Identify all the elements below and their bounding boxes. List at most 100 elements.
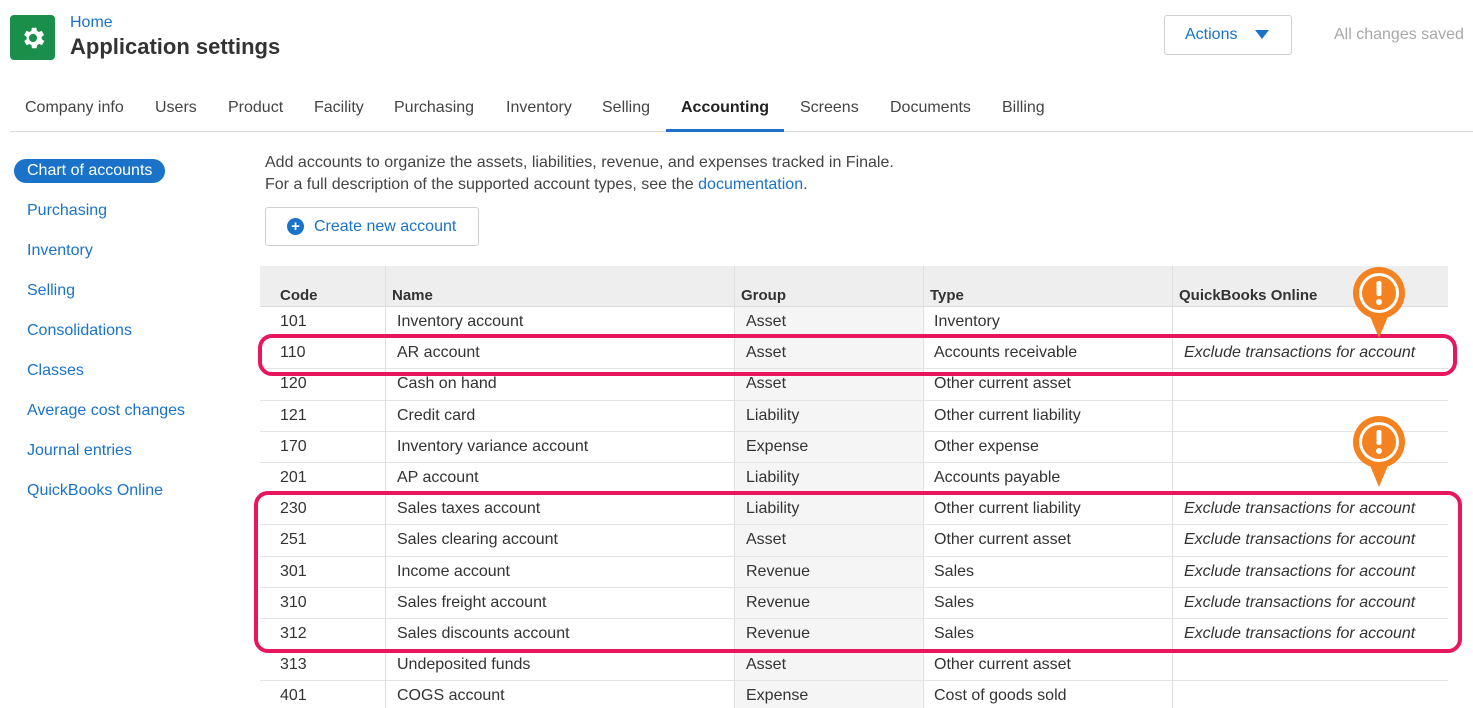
table-row[interactable]: 312 Sales discounts account Revenue Sales Ex… (260, 618, 1448, 651)
cell-type: Other expense (923, 431, 1173, 462)
cell-quickbooks-online (1173, 650, 1448, 680)
tab-product[interactable]: Product (213, 89, 298, 132)
cell-group: Asset (735, 338, 923, 369)
tab-selling[interactable]: Selling (587, 89, 665, 132)
sidebar-item-chart-of-accounts[interactable]: Chart of accounts (14, 159, 166, 183)
sidebar-item-selling[interactable]: Selling (14, 279, 88, 303)
create-new-account-button[interactable]: + Create new account (265, 207, 479, 246)
table-row[interactable]: 201 AP account Liability Accounts payable (260, 462, 1448, 495)
cell-type: Other current asset (923, 650, 1173, 681)
tab-documents[interactable]: Documents (875, 89, 986, 132)
tab-screens[interactable]: Screens (785, 89, 874, 132)
actions-label: Actions (1185, 26, 1238, 43)
cell-group: Liability (735, 462, 923, 494)
cell-type: Cost of goods sold (923, 681, 1173, 708)
table-row[interactable]: 120 Cash on hand Asset Other current asset (260, 369, 1448, 401)
warning-callout-icon (1353, 416, 1405, 487)
column-header-code[interactable]: Code (260, 266, 385, 306)
sidebar-item-journal-entries[interactable]: Journal entries (14, 439, 145, 463)
cell-group: Asset (735, 307, 923, 338)
cell-group: Asset (735, 650, 923, 681)
cell-name: Sales freight account (385, 587, 735, 618)
table-row[interactable]: 110 AR account Asset Accounts receivable Exc… (260, 338, 1448, 370)
tab-facility[interactable]: Facility (299, 89, 379, 132)
cell-name: Sales taxes account (385, 494, 735, 525)
page-title: Application settings (70, 34, 281, 59)
cell-group: Expense (735, 681, 923, 708)
sidebar-item-consolidations[interactable]: Consolidations (14, 319, 145, 343)
sidebar-item-average-cost-changes[interactable]: Average cost changes (14, 399, 198, 423)
cell-group: Expense (735, 431, 923, 462)
cell-type: Other current asset (923, 369, 1173, 400)
table-row[interactable]: 170 Inventory variance account Expense Othe… (260, 431, 1448, 463)
cell-code: 101 (280, 313, 307, 331)
cell-name: AP account (385, 462, 735, 494)
table-row[interactable]: 401 COGS account Expense Cost of goods sold (260, 681, 1448, 708)
cell-group: Revenue (735, 556, 923, 587)
column-header-type[interactable]: Type (923, 266, 1173, 306)
tab-purchasing[interactable]: Purchasing (379, 89, 489, 132)
table-row[interactable]: 230 Sales taxes account Liability Other cur… (260, 494, 1448, 526)
cell-quickbooks-online: Exclude transactions for account (1184, 344, 1416, 362)
cell-code: 313 (280, 656, 307, 674)
cell-code: 120 (280, 375, 307, 393)
tab-users[interactable]: Users (140, 89, 212, 132)
table-row[interactable]: 301 Income account Revenue Sales Exclude tra… (260, 556, 1448, 588)
tab-billing[interactable]: Billing (987, 89, 1060, 132)
cell-code: 301 (280, 562, 307, 580)
table-row[interactable]: 121 Credit card Liability Other current lia… (260, 400, 1448, 432)
cell-quickbooks-online: Exclude transactions for account (1184, 500, 1416, 518)
actions-button[interactable]: Actions (1164, 15, 1292, 55)
cell-name: Credit card (385, 400, 735, 431)
table-row[interactable]: 310 Sales freight account Revenue Sales Excl… (260, 587, 1448, 619)
cell-code: 170 (280, 437, 307, 455)
cell-group: Asset (735, 369, 923, 400)
tab-accounting[interactable]: Accounting (666, 89, 784, 132)
cell-group: Liability (735, 400, 923, 431)
table-row[interactable]: 101 Inventory account Asset Inventory (260, 307, 1448, 339)
cell-name: Income account (385, 556, 735, 587)
intro-line-2: For a full description of the supported … (265, 174, 894, 196)
cell-type: Other current asset (923, 525, 1173, 556)
cell-quickbooks-online: Exclude transactions for account (1184, 531, 1416, 549)
cell-name: Sales clearing account (385, 525, 735, 556)
settings-tabs: Company info Users Product Facility Purc… (10, 89, 1473, 132)
cell-code: 401 (280, 687, 307, 705)
cell-group: Revenue (735, 587, 923, 618)
cell-name: Undeposited funds (385, 650, 735, 681)
cell-code: 121 (280, 406, 307, 424)
cell-type: Other current liability (923, 494, 1173, 525)
cell-quickbooks-online: Exclude transactions for account (1184, 593, 1416, 611)
cell-code: 251 (280, 531, 307, 549)
tab-inventory[interactable]: Inventory (491, 89, 587, 132)
cell-code: 310 (280, 593, 307, 611)
cell-quickbooks-online: Exclude transactions for account (1184, 624, 1416, 642)
cell-name: Sales discounts account (385, 618, 735, 650)
cell-name: Inventory account (385, 307, 735, 338)
cell-code: 312 (280, 624, 307, 642)
breadcrumb-home[interactable]: Home (70, 14, 113, 32)
cell-type: Accounts payable (923, 462, 1173, 494)
create-new-account-label: Create new account (314, 217, 457, 235)
cell-quickbooks-online (1173, 369, 1448, 399)
sidebar-item-inventory[interactable]: Inventory (14, 239, 106, 263)
table-row[interactable]: 313 Undeposited funds Asset Other current a… (260, 650, 1448, 682)
cell-quickbooks-online: Exclude transactions for account (1184, 562, 1416, 580)
sidebar-item-classes[interactable]: Classes (14, 359, 97, 383)
cell-type: Other current liability (923, 400, 1173, 431)
documentation-link[interactable]: documentation (698, 176, 803, 193)
caret-down-icon (1255, 30, 1270, 39)
tab-company-info[interactable]: Company info (10, 89, 139, 132)
intro-text: Add accounts to organize the assets, lia… (265, 152, 894, 196)
table-row[interactable]: 251 Sales clearing account Asset Other curr… (260, 525, 1448, 557)
sidebar-item-purchasing[interactable]: Purchasing (14, 199, 120, 223)
cell-code: 201 (280, 469, 307, 487)
warning-callout-icon (1353, 267, 1405, 338)
cell-type: Sales (923, 618, 1173, 650)
column-header-name[interactable]: Name (385, 266, 735, 306)
accounts-table: Code Name Group Type QuickBooks Online 1… (260, 266, 1448, 708)
sidebar-item-quickbooks-online[interactable]: QuickBooks Online (14, 479, 176, 503)
cell-type: Sales (923, 587, 1173, 618)
column-header-group[interactable]: Group (735, 266, 923, 306)
cell-name: Inventory variance account (385, 431, 735, 462)
